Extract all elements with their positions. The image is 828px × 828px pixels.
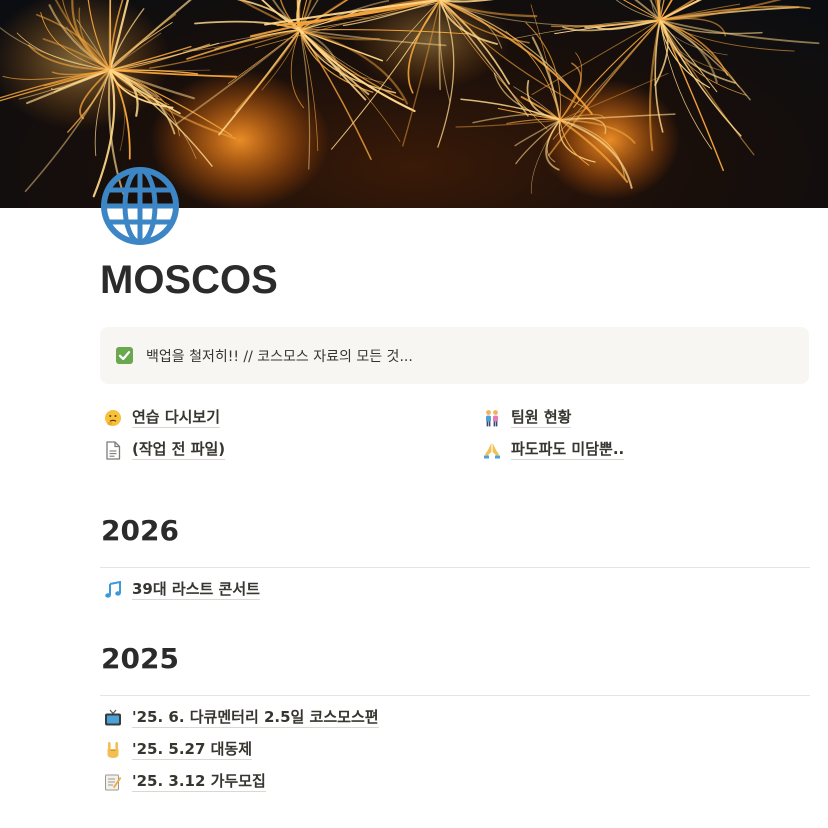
sparkle-streak: [438, 0, 441, 91]
divider: [100, 695, 810, 696]
link-good-stories[interactable]: 파도파도 미담뿐..: [482, 438, 625, 462]
rock-hand-icon: [103, 740, 123, 760]
link-festival[interactable]: '25. 5.27 대동제: [103, 738, 253, 762]
television-icon: [103, 708, 123, 728]
link-practice-replay[interactable]: 연습 다시보기: [103, 406, 221, 430]
praying-hands-icon: [482, 440, 502, 460]
section-heading-2025[interactable]: 2025: [101, 642, 179, 675]
callout-block[interactable]: 백업을 철저히!! // 코스모스 자료의 모든 것...: [100, 327, 809, 384]
link-label[interactable]: 39대 라스트 콘서트: [132, 580, 260, 600]
section-heading-2026[interactable]: 2026: [101, 514, 179, 547]
sparkle-streak: [634, 0, 661, 21]
divider: [100, 567, 810, 568]
link-label[interactable]: '25. 5.27 대동제: [132, 740, 253, 760]
memo-icon: [103, 772, 123, 792]
thinking-face-icon: [103, 408, 123, 428]
music-note-icon: [103, 580, 123, 600]
people-icon: [482, 408, 502, 428]
link-street-recruit[interactable]: '25. 3.12 가두모집: [103, 770, 266, 794]
globe-icon[interactable]: [100, 166, 180, 246]
link-documentary[interactable]: '25. 6. 다큐멘터리 2.5일 코스모스편: [103, 706, 379, 730]
link-team-status[interactable]: 팀원 현황: [482, 406, 572, 430]
link-label[interactable]: '25. 3.12 가두모집: [132, 772, 266, 792]
link-label[interactable]: '25. 6. 다큐멘터리 2.5일 코스모스편: [132, 708, 379, 728]
link-label[interactable]: 연습 다시보기: [132, 408, 221, 428]
check-box-icon: [116, 347, 133, 364]
link-last-concert[interactable]: 39대 라스트 콘서트: [103, 578, 260, 602]
link-label[interactable]: (작업 전 파일): [132, 440, 226, 460]
link-label[interactable]: 팀원 현황: [511, 408, 572, 428]
document-icon: [103, 440, 123, 460]
link-label[interactable]: 파도파도 미담뿐..: [511, 440, 625, 460]
link-pre-work-files[interactable]: (작업 전 파일): [103, 438, 226, 462]
callout-text: 백업을 철저히!! // 코스모스 자료의 모든 것...: [146, 349, 413, 365]
page-title[interactable]: MOSCOS: [100, 258, 278, 303]
